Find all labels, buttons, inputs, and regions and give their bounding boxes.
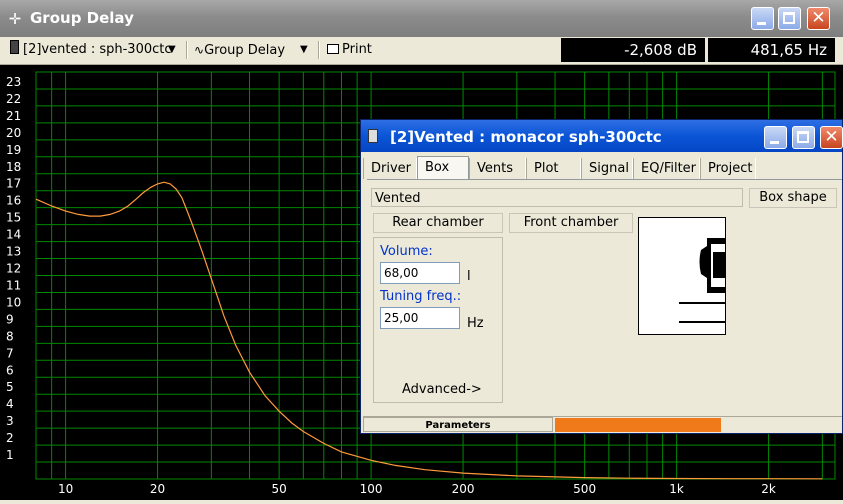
view-dropdown-label: Group Delay	[204, 43, 286, 58]
dialog-status-bar: Parameters	[363, 416, 842, 434]
close-icon: ✕	[811, 8, 826, 28]
volume-unit: l	[467, 269, 471, 284]
tuning-freq-label: Tuning freq.:	[380, 289, 462, 304]
y-tick-label: 5	[6, 380, 14, 394]
minimize-icon	[770, 141, 779, 144]
y-tick-label: 15	[6, 211, 21, 225]
dialog-title: [2]Vented : monacor sph-300ctc	[390, 128, 662, 146]
y-tick-label: 11	[6, 278, 21, 292]
chevron-down-icon: ▼	[300, 44, 308, 55]
dialog-titlebar[interactable]: [2]Vented : monacor sph-300ctc ✕	[361, 120, 843, 152]
y-tick-label: 8	[6, 329, 14, 343]
main-window-titlebar[interactable]: ✛ Group Delay ✕	[0, 0, 843, 37]
y-tick-label: 21	[6, 109, 21, 123]
dialog-close-button[interactable]: ✕	[820, 126, 843, 149]
y-tick-label: 10	[6, 295, 21, 309]
y-tick-label: 12	[6, 262, 21, 276]
maximize-icon	[783, 12, 795, 24]
dialog-minimize-button[interactable]	[764, 126, 787, 149]
project-dropdown[interactable]: [2]vented : sph-300ctc ▼	[10, 40, 182, 60]
x-tick-label: 10	[58, 482, 73, 496]
x-tick-label: 50	[271, 482, 286, 496]
print-label: Print	[342, 42, 372, 57]
speaker-properties-dialog: [2]Vented : monacor sph-300ctc ✕ Driver …	[360, 119, 843, 434]
x-tick-label: 200	[452, 482, 475, 496]
y-tick-label: 2	[6, 431, 14, 445]
tab-project[interactable]: Project	[700, 158, 756, 179]
window-title: Group Delay	[30, 9, 134, 27]
box-shape-button[interactable]: Box shape	[749, 188, 837, 208]
y-tick-label: 22	[6, 92, 21, 106]
close-icon: ✕	[824, 127, 839, 147]
y-tick-label: 18	[6, 160, 21, 174]
tab-box[interactable]: Box	[417, 156, 469, 180]
minimize-icon	[757, 22, 766, 25]
x-tick-label: 1k	[669, 482, 684, 496]
tab-plot[interactable]: Plot	[526, 158, 581, 179]
rear-chamber-button[interactable]: Rear chamber	[373, 213, 503, 233]
toolbar-separator	[318, 41, 320, 59]
y-tick-label: 20	[6, 126, 21, 140]
project-dropdown-label: [2]vented : sph-300ctc	[23, 42, 172, 57]
tab-panel-border	[367, 179, 842, 180]
y-tick-label: 14	[6, 228, 21, 242]
tab-eq-filter[interactable]: EQ/Filter	[633, 158, 700, 179]
y-tick-label: 9	[6, 312, 14, 326]
wave-icon: ∿	[194, 43, 205, 57]
hz-readout: 481,65 Hz	[708, 38, 835, 62]
speaker-icon	[368, 129, 378, 143]
x-tick-label: 500	[573, 482, 596, 496]
y-tick-label: 13	[6, 245, 21, 259]
volume-input[interactable]: 68,00	[380, 262, 460, 284]
printer-icon	[327, 44, 339, 54]
dialog-maximize-button[interactable]	[792, 126, 815, 149]
x-tick-label: 2k	[761, 482, 776, 496]
tuning-freq-input[interactable]: 25,00	[380, 307, 460, 329]
speaker-icon	[10, 40, 19, 54]
db-readout: -2,608 dB	[561, 38, 705, 62]
x-tick-label: 20	[150, 482, 165, 496]
maximize-button[interactable]	[778, 7, 801, 30]
y-tick-label: 23	[6, 75, 21, 89]
y-tick-label: 19	[6, 143, 21, 157]
print-button[interactable]: Print	[327, 40, 387, 60]
volume-label: Volume:	[380, 244, 433, 259]
box-preview-image	[638, 217, 726, 335]
maximize-icon	[797, 131, 809, 143]
tab-driver[interactable]: Driver	[363, 158, 417, 179]
toolbar: [2]vented : sph-300ctc ▼ ∿Group Delay ▼ …	[0, 37, 843, 65]
toolbar-separator	[186, 41, 188, 59]
parameters-progress-bar	[555, 418, 721, 432]
box-diagram	[679, 238, 725, 323]
y-tick-label: 17	[6, 177, 21, 191]
parameters-status-label: Parameters	[363, 417, 553, 432]
view-dropdown[interactable]: ∿Group Delay ▼	[194, 40, 312, 60]
x-tick-label: 100	[360, 482, 383, 496]
tab-signal[interactable]: Signal	[581, 158, 633, 179]
crosshair-icon: ✛	[8, 10, 22, 28]
close-button[interactable]: ✕	[807, 7, 830, 30]
tuning-freq-unit: Hz	[467, 316, 484, 331]
rear-chamber-group: Volume: 68,00 l Tuning freq.: 25,00 Hz A…	[373, 237, 503, 403]
y-tick-label: 3	[6, 414, 14, 428]
front-chamber-button[interactable]: Front chamber	[509, 213, 633, 233]
y-tick-label: 4	[6, 397, 14, 411]
y-tick-label: 6	[6, 363, 14, 377]
box-type-field[interactable]: Vented	[371, 188, 743, 207]
advanced-link[interactable]: Advanced->	[402, 382, 482, 397]
minimize-button[interactable]	[751, 7, 774, 30]
y-tick-label: 16	[6, 194, 21, 208]
tab-vents[interactable]: Vents	[469, 158, 526, 179]
y-tick-label: 1	[6, 448, 14, 462]
chevron-down-icon: ▼	[168, 44, 176, 55]
y-tick-label: 7	[6, 346, 14, 360]
